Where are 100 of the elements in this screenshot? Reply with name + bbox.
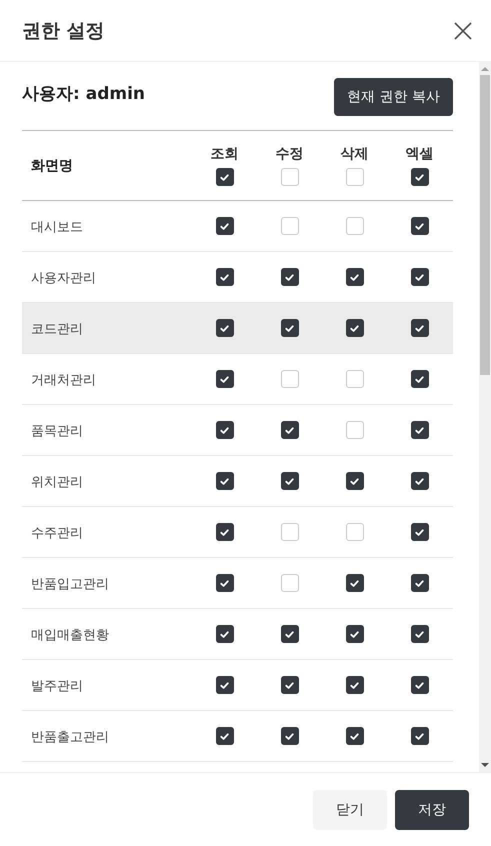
checkbox[interactable] — [410, 217, 428, 235]
checkbox[interactable] — [410, 625, 428, 643]
table-row[interactable]: 품목관리 — [22, 405, 453, 456]
table-row[interactable]: 대시보드 — [22, 201, 453, 252]
table-row[interactable]: 반품출고관리 — [22, 711, 453, 762]
checkmark-icon — [219, 628, 230, 640]
user-label: 사용자: admin — [22, 83, 146, 105]
table-row[interactable]: 발주관리 — [22, 660, 453, 711]
checkbox[interactable] — [410, 268, 428, 286]
checkbox[interactable] — [216, 625, 234, 643]
checkmark-icon — [414, 424, 425, 436]
checkmark-icon — [284, 730, 295, 742]
checkbox[interactable] — [410, 421, 428, 439]
checkmark-icon — [414, 322, 425, 334]
checkmark-icon — [414, 680, 425, 690]
checkmark-icon — [414, 374, 425, 384]
checkbox[interactable] — [410, 574, 428, 592]
checkbox[interactable] — [280, 319, 298, 337]
checkbox[interactable] — [410, 168, 428, 186]
checkmark-icon — [349, 476, 360, 486]
checkbox[interactable] — [216, 676, 234, 694]
checkbox[interactable] — [346, 625, 364, 643]
checkbox[interactable] — [410, 523, 428, 541]
checkbox[interactable] — [410, 370, 428, 388]
checkmark-icon — [349, 730, 360, 742]
screen-name: 수주관리 — [31, 526, 83, 541]
checkbox[interactable] — [280, 268, 298, 286]
checkmark-icon — [349, 680, 360, 690]
checkbox[interactable] — [346, 676, 364, 694]
checkbox[interactable] — [216, 319, 234, 337]
checkbox[interactable] — [216, 168, 234, 186]
checkmark-icon — [414, 220, 425, 232]
checkmark-icon — [414, 730, 425, 742]
checkbox[interactable] — [410, 319, 428, 337]
checkmark-icon — [284, 628, 295, 640]
screen-name: 코드관리 — [31, 322, 83, 337]
screen-name: 위치관리 — [31, 475, 83, 490]
down-arrow-icon[interactable] — [481, 763, 489, 768]
table-row[interactable]: 반품입고관리 — [22, 558, 453, 609]
checkmark-icon — [219, 578, 230, 588]
screen-name: 반품입고관리 — [31, 577, 109, 592]
column-header: 수정 — [276, 145, 304, 163]
checkmark-icon — [414, 526, 425, 538]
checkmark-icon — [349, 628, 360, 640]
checkmark-icon — [219, 424, 230, 436]
checkmark-icon — [414, 172, 425, 182]
checkbox[interactable] — [346, 727, 364, 745]
checkbox[interactable] — [216, 727, 234, 745]
column-header: 조회 — [210, 145, 238, 163]
column-header: 삭제 — [340, 145, 368, 163]
column-header: 화면명 — [30, 156, 74, 174]
checkbox[interactable] — [346, 574, 364, 592]
checkmark-icon — [349, 272, 360, 282]
checkbox[interactable] — [216, 370, 234, 388]
checkbox[interactable] — [410, 727, 428, 745]
checkbox[interactable] — [346, 268, 364, 286]
checkmark-icon — [349, 578, 360, 588]
screen-name: 대시보드 — [31, 220, 83, 235]
checkbox[interactable] — [280, 421, 298, 439]
checkmark-icon — [219, 374, 230, 384]
checkmark-icon — [414, 476, 425, 486]
checkbox[interactable] — [280, 727, 298, 745]
table-row[interactable]: 코드관리 — [22, 303, 453, 354]
checkbox[interactable] — [216, 523, 234, 541]
checkbox[interactable] — [346, 319, 364, 337]
screen-name: 반품출고관리 — [31, 730, 109, 745]
checkbox[interactable] — [280, 472, 298, 490]
checkmark-icon — [414, 578, 425, 588]
checkmark-icon — [219, 680, 230, 690]
close-icon[interactable] — [454, 22, 472, 40]
scrollbar[interactable] — [479, 62, 491, 772]
checkbox[interactable] — [280, 676, 298, 694]
checkmark-icon — [349, 322, 360, 334]
checkmark-icon — [219, 322, 230, 334]
dialog-title: 권한 설정 — [22, 18, 105, 44]
screen-name: 품목관리 — [31, 424, 83, 439]
checkmark-icon — [219, 526, 230, 538]
table-row[interactable]: 매입매출현황 — [22, 609, 453, 660]
screen-name: 사용자관리 — [31, 271, 96, 286]
checkmark-icon — [284, 476, 295, 486]
table-row[interactable]: 수주관리 — [22, 507, 453, 558]
checkbox[interactable] — [216, 472, 234, 490]
checkbox[interactable] — [410, 676, 428, 694]
checkbox[interactable] — [410, 472, 428, 490]
close-button[interactable]: 닫기 — [313, 790, 387, 830]
checkmark-icon — [284, 322, 295, 334]
table-row[interactable]: 위치관리 — [22, 456, 453, 507]
checkbox[interactable] — [346, 472, 364, 490]
checkbox[interactable] — [216, 421, 234, 439]
checkbox[interactable] — [216, 574, 234, 592]
table-row[interactable]: 거래처관리 — [22, 354, 453, 405]
checkbox[interactable] — [216, 268, 234, 286]
copy-permissions-button[interactable]: 현재 권한 복사 — [334, 78, 453, 116]
save-button[interactable]: 저장 — [395, 790, 469, 830]
checkbox[interactable] — [280, 625, 298, 643]
checkmark-icon — [219, 172, 230, 182]
checkmark-icon — [219, 730, 230, 742]
column-header: 엑셀 — [406, 145, 434, 163]
screen-name: 매입매출현황 — [31, 628, 109, 643]
checkbox[interactable] — [216, 217, 234, 235]
